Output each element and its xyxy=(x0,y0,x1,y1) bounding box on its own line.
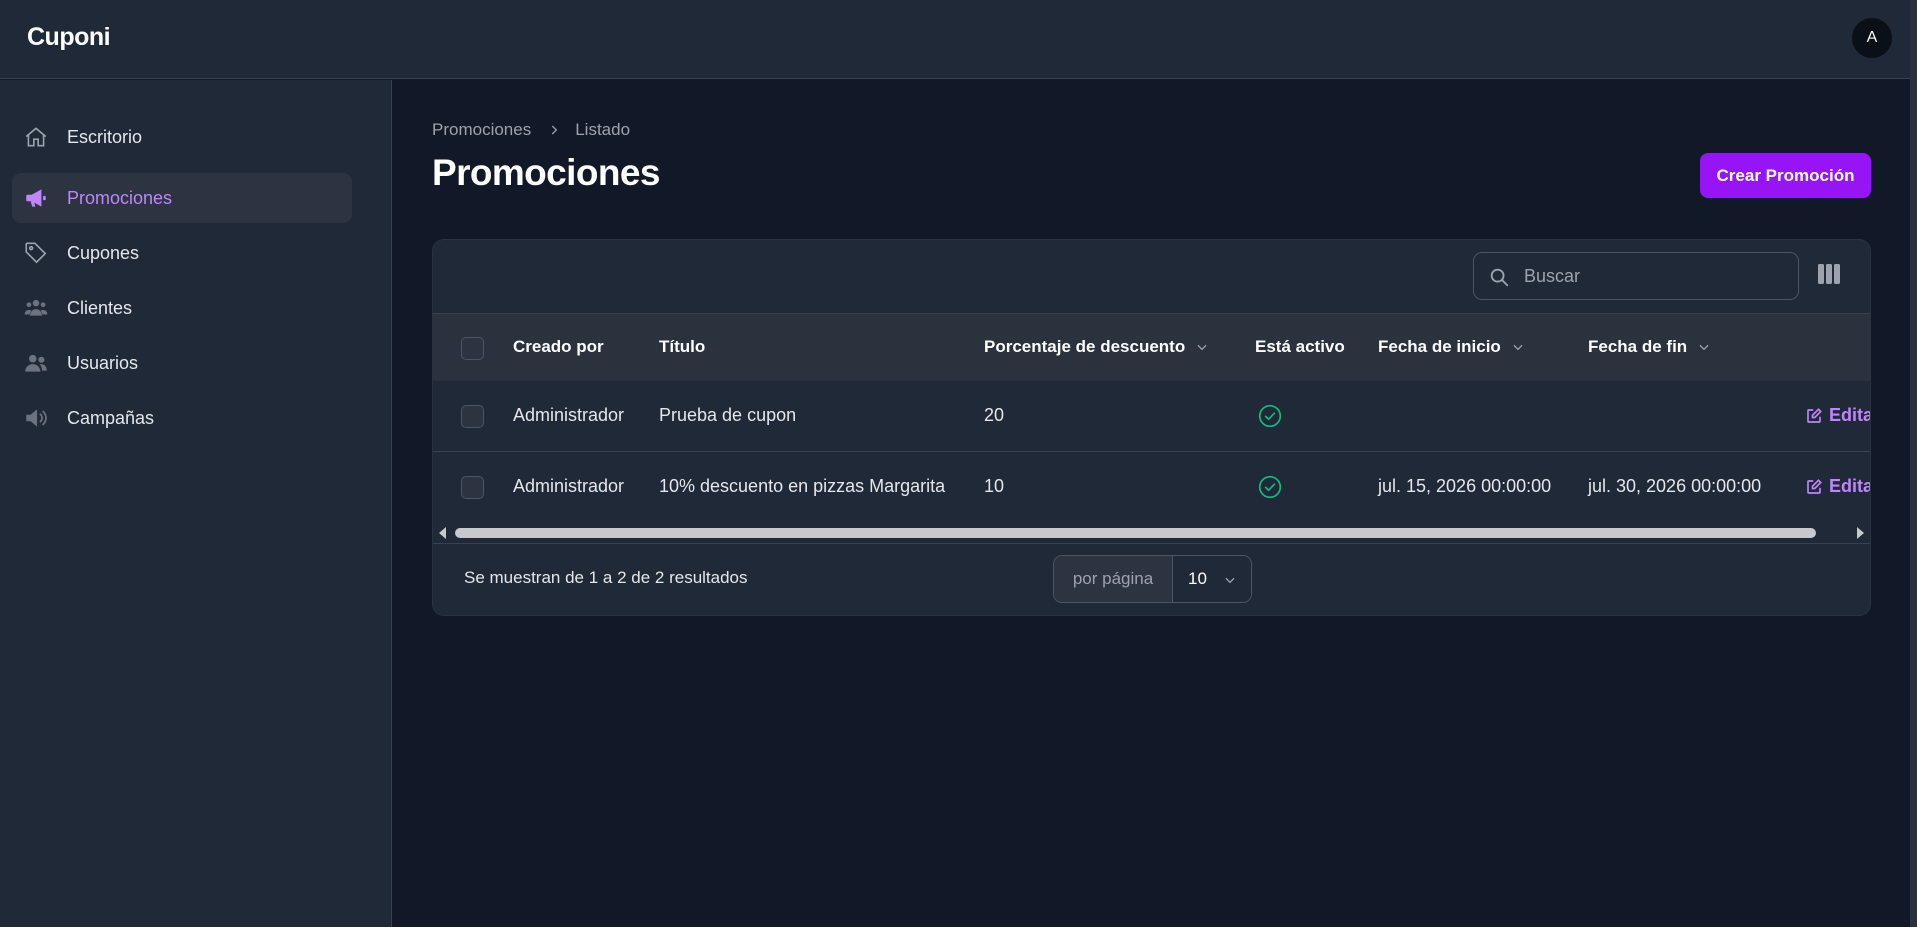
chevron-down-icon xyxy=(1513,344,1523,351)
sidebar-item-label: Campañas xyxy=(67,408,155,428)
column-header-fecha-inicio[interactable]: Fecha de inicio xyxy=(1378,337,1525,357)
check-circle-icon xyxy=(1258,475,1282,499)
table-row[interactable]: Administrador Prueba de cupon 20 Editar xyxy=(433,381,1870,452)
cell-end-date: jul. 30, 2026 00:00:00 xyxy=(1588,476,1762,496)
sidebar-item-clientes[interactable]: Clientes xyxy=(12,283,352,333)
tag-icon xyxy=(23,240,49,266)
megaphone-icon xyxy=(23,185,49,211)
search-input[interactable]: Buscar xyxy=(1473,252,1799,300)
sidebar-item-label: Escritorio xyxy=(67,127,143,147)
search-icon xyxy=(1490,268,1509,287)
create-promotion-button[interactable]: Crear Promoción xyxy=(1700,153,1871,198)
page-title: Promociones xyxy=(432,152,660,193)
table-header: Creado por Título Porcentaje de descuent… xyxy=(433,314,1870,381)
select-all-checkbox[interactable] xyxy=(461,337,484,360)
per-page-select[interactable]: por página 10 xyxy=(1053,555,1252,603)
table-row[interactable]: Administrador 10% descuento en pizzas Ma… xyxy=(433,452,1870,523)
breadcrumb: Promociones Listado xyxy=(432,120,630,140)
scrollbar-thumb[interactable] xyxy=(455,528,1816,538)
check-circle-icon xyxy=(1258,404,1282,428)
columns-icon[interactable] xyxy=(1818,264,1840,284)
cell-title: Prueba de cupon xyxy=(659,405,797,425)
avatar[interactable]: A xyxy=(1852,18,1892,58)
cell-discount: 20 xyxy=(984,405,1005,425)
column-header-activo: Está activo xyxy=(1255,337,1345,356)
cell-created-by: Administrador xyxy=(513,405,625,425)
scroll-right-arrow[interactable] xyxy=(1857,527,1864,539)
edit-icon xyxy=(1807,407,1822,423)
results-summary: Se muestran de 1 a 2 de 2 resultados xyxy=(464,568,748,587)
scroll-left-arrow[interactable] xyxy=(439,527,446,539)
edit-link[interactable]: Editar xyxy=(1805,405,1870,426)
sidebar-item-escritorio[interactable]: Escritorio xyxy=(12,112,352,162)
edit-icon xyxy=(1807,478,1822,494)
sidebar-item-promociones[interactable]: Promociones xyxy=(12,173,352,223)
sidebar-item-campanas[interactable]: Campañas xyxy=(12,393,352,443)
divider xyxy=(433,543,1870,544)
sidebar-item-label: Promociones xyxy=(67,188,173,208)
vertical-scrollbar[interactable] xyxy=(1910,0,1917,927)
speaker-icon xyxy=(23,405,49,431)
edit-link[interactable]: Editar xyxy=(1805,476,1870,497)
user-group-icon xyxy=(23,295,49,321)
cell-created-by: Administrador xyxy=(513,476,625,496)
sidebar-item-label: Clientes xyxy=(67,298,133,318)
cell-start-date: jul. 15, 2026 00:00:00 xyxy=(1378,476,1552,496)
per-page-label: por página xyxy=(1054,556,1173,602)
chevron-down-icon xyxy=(1197,344,1207,351)
sidebar-item-usuarios[interactable]: Usuarios xyxy=(12,338,352,388)
sidebar-item-cupones[interactable]: Cupones xyxy=(12,228,352,278)
users-icon xyxy=(23,350,49,376)
chevron-right-icon xyxy=(552,125,558,135)
breadcrumb-item-promociones[interactable]: Promociones xyxy=(432,120,531,140)
column-header-porcentaje[interactable]: Porcentaje de descuento xyxy=(984,337,1209,357)
cell-title: 10% descuento en pizzas Margarita xyxy=(659,476,946,496)
table-card: Buscar Creado por Título Porcentaje de d… xyxy=(432,239,1871,616)
app-window: Cuponi A Escritorio Promociones Cupones xyxy=(0,0,1917,927)
column-header-fecha-fin[interactable]: Fecha de fin xyxy=(1588,337,1711,357)
breadcrumb-item-listado: Listado xyxy=(575,120,631,139)
chevron-down-icon xyxy=(1699,344,1709,351)
sidebar: Escritorio Promociones Cupones Clientes … xyxy=(0,80,392,927)
cell-discount: 10 xyxy=(984,476,1005,496)
per-page-value[interactable]: 10 xyxy=(1173,556,1251,602)
brand-logo[interactable]: Cuponi xyxy=(27,23,111,52)
row-checkbox[interactable] xyxy=(461,476,484,499)
horizontal-scrollbar[interactable] xyxy=(433,523,1870,543)
home-icon xyxy=(23,124,49,150)
chevron-down-icon xyxy=(1225,577,1235,584)
column-header-creado-por: Creado por xyxy=(513,337,604,356)
sidebar-item-label: Usuarios xyxy=(67,353,139,373)
row-checkbox[interactable] xyxy=(461,405,484,428)
main-content: Promociones Listado Promociones Crear Pr… xyxy=(392,80,1910,927)
column-header-titulo: Título xyxy=(659,337,706,356)
search-placeholder: Buscar xyxy=(1524,266,1581,286)
sidebar-item-label: Cupones xyxy=(67,243,140,263)
top-bar: Cuponi A xyxy=(0,0,1910,79)
